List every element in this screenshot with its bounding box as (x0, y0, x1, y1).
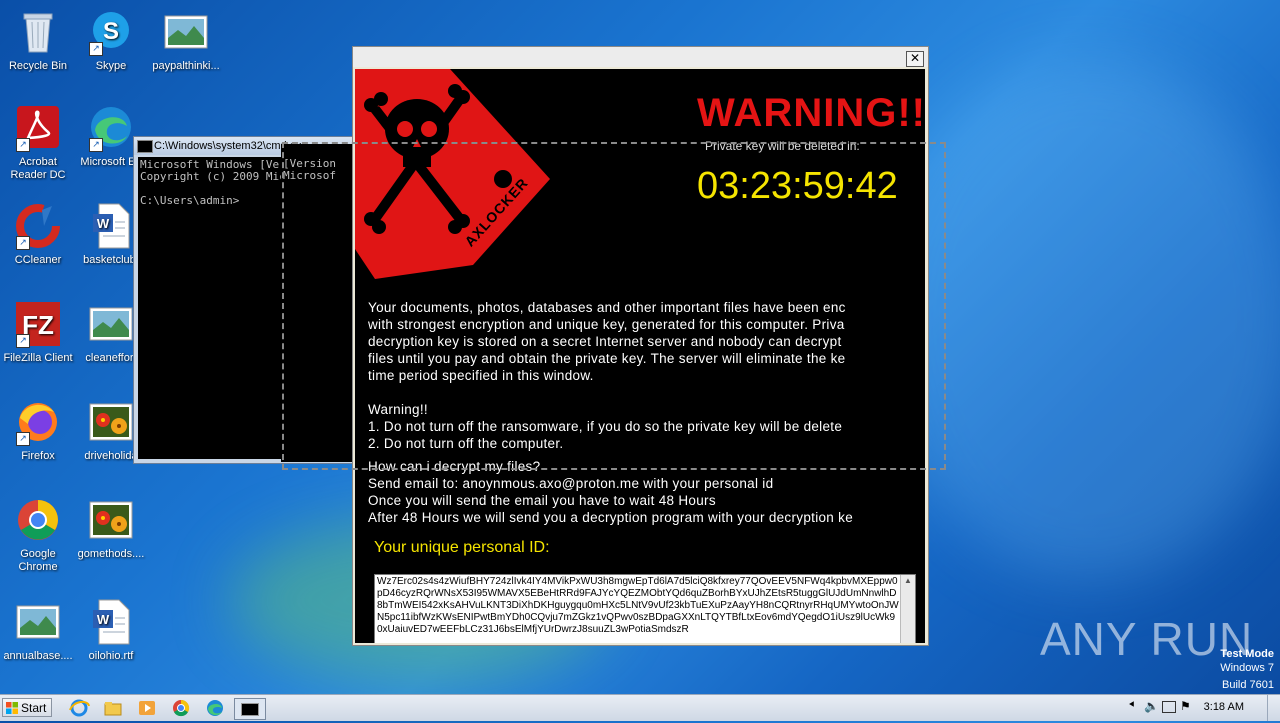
system-tray: ⯇ 🔈 ⚑ 3:18 AM (1122, 695, 1280, 721)
network-icon[interactable] (1162, 701, 1176, 713)
cmd-taskbar-button[interactable] (234, 698, 266, 720)
start-button[interactable]: Start (2, 698, 52, 717)
windows-version-label: Windows 7 (1220, 662, 1274, 674)
image-file-icon (14, 598, 62, 646)
image-file-icon (162, 8, 210, 56)
media-player-icon[interactable] (136, 698, 158, 718)
shortcut-arrow-icon: ↗ (16, 334, 30, 348)
edge-icon: ↗ (87, 104, 135, 152)
desktop-icon-recycle-bin[interactable]: Recycle Bin (0, 8, 76, 73)
shortcut-arrow-icon: ↗ (89, 138, 103, 152)
personal-id-scrollbar[interactable]: ▲ (900, 575, 915, 643)
chrome-taskbar-icon[interactable] (170, 698, 192, 718)
word-doc-icon: W (87, 598, 135, 646)
show-hidden-icons-icon[interactable]: ⯇ (1128, 700, 1136, 711)
desktop-icon-ccleaner[interactable]: ↗ CCleaner (0, 202, 76, 267)
desktop-icon-paypalthinki[interactable]: paypalthinki... (148, 8, 224, 73)
word-doc-icon: W (87, 202, 135, 250)
action-center-flag-icon[interactable]: ⚑ (1180, 699, 1191, 713)
desktop-icon-acrobat[interactable]: ↗ Acrobat Reader DC (0, 104, 76, 182)
chrome-icon (14, 496, 62, 544)
desktop-icon-annualbase[interactable]: annualbase.... (0, 598, 76, 663)
firefox-icon: ↗ (14, 398, 62, 446)
image-file-icon (87, 300, 135, 348)
filezilla-icon: FZ ↗ (14, 300, 62, 348)
explorer-icon[interactable] (102, 698, 124, 718)
volume-icon[interactable]: 🔈 (1144, 699, 1159, 713)
skype-icon: S ↗ (87, 8, 135, 56)
ccleaner-icon: ↗ (14, 202, 62, 250)
svg-text:S: S (103, 18, 119, 45)
desktop-icon-chrome[interactable]: Google Chrome (0, 496, 76, 574)
shortcut-arrow-icon: ↗ (89, 42, 103, 56)
cmd-icon (137, 140, 153, 153)
taskbar: Start ⯇ 🔈 ⚑ 3:18 AM (0, 694, 1280, 721)
desktop-icon-firefox[interactable]: ↗ Firefox (0, 398, 76, 463)
shortcut-arrow-icon: ↗ (16, 236, 30, 250)
cmd-icon (241, 703, 259, 716)
acrobat-icon: ↗ (14, 104, 62, 152)
shortcut-arrow-icon: ↗ (16, 432, 30, 446)
desktop-icon-oilohio[interactable]: W oilohio.rtf (73, 598, 149, 663)
desktop-icon-filezilla[interactable]: FZ ↗ FileZilla Client (0, 300, 76, 365)
personal-id-textbox[interactable]: Wz7Erc02s4s4zWiufBHY724zlIvk4IY4MVikPxWU… (374, 574, 916, 643)
test-mode-label: Test Mode (1220, 648, 1274, 660)
flower-image-icon (87, 398, 135, 446)
scroll-up-icon[interactable]: ▲ (901, 575, 915, 587)
clock[interactable]: 3:18 AM (1204, 701, 1244, 713)
flower-image-icon (87, 496, 135, 544)
desktop-icon-skype[interactable]: S ↗ Skype (73, 8, 149, 73)
warning-title: WARNING!! (697, 91, 925, 135)
shortcut-arrow-icon: ↗ (16, 138, 30, 152)
build-label: Build 7601 (1222, 679, 1274, 691)
recycle-bin-icon (14, 8, 62, 56)
ransomware-titlebar[interactable]: ✕ (353, 47, 928, 67)
svg-text:W: W (97, 216, 110, 231)
show-desktop-button[interactable] (1267, 695, 1280, 721)
ie-icon[interactable] (68, 698, 90, 718)
svg-text:W: W (97, 612, 110, 627)
windows-logo-icon (6, 702, 18, 714)
personal-id-value: Wz7Erc02s4s4zWiufBHY724zlIvk4IY4MVikPxWU… (377, 576, 899, 635)
personal-id-label: Your unique personal ID: (374, 539, 550, 556)
close-button[interactable]: ✕ (906, 51, 924, 67)
window-drag-outline (282, 142, 946, 470)
edge-taskbar-icon[interactable] (204, 698, 226, 718)
desktop-icon-gomethods[interactable]: gomethods.... (73, 496, 149, 561)
